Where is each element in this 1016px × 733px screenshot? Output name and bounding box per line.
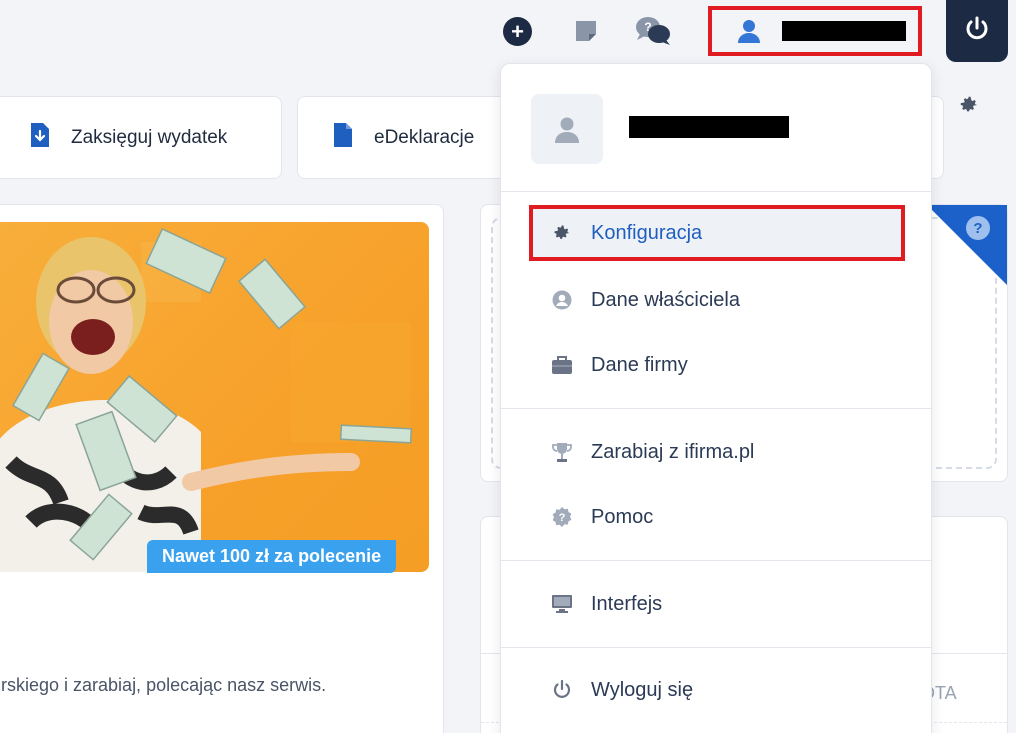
trophy-icon	[551, 441, 573, 463]
help-badge-icon: ?	[551, 506, 573, 528]
redacted-user-name	[629, 116, 789, 138]
dropdown-header	[501, 64, 931, 192]
promo-description: rskiego i zarabiaj, polecając nasz serwi…	[1, 675, 327, 695]
menu-item-label: Wyloguj się	[591, 678, 694, 701]
menu-item-label: Dane firmy	[591, 353, 688, 376]
document-icon	[332, 121, 354, 155]
sticky-note-icon[interactable]	[573, 18, 599, 44]
briefcase-icon	[551, 354, 573, 376]
referral-promo-card: Nawet 100 zł za polecenie rskiego i zara…	[0, 204, 444, 733]
gear-icon[interactable]	[958, 94, 980, 116]
monitor-icon	[551, 593, 573, 615]
user-icon	[555, 117, 579, 143]
promo-image[interactable]	[0, 222, 429, 572]
plus-circle-icon[interactable]: +	[503, 17, 532, 46]
logout-power-button[interactable]	[946, 0, 1008, 62]
menu-item-zarabiaj[interactable]: Zarabiaj z ifirma.pl	[529, 424, 905, 480]
menu-separator	[501, 408, 931, 409]
user-dropdown-menu: Konfiguracja Dane właściciela Dane firmy…	[500, 63, 932, 733]
menu-item-pomoc[interactable]: ? Pomoc	[529, 489, 905, 545]
help-corner[interactable]	[927, 205, 1007, 285]
power-icon	[551, 679, 573, 701]
menu-item-label: Dane właściciela	[591, 288, 740, 311]
shortcut-label: eDeklaracje	[374, 126, 475, 148]
avatar	[531, 94, 603, 164]
user-circle-icon	[551, 289, 573, 311]
promo-badge[interactable]: Nawet 100 zł za polecenie	[147, 540, 397, 573]
shortcut-label: Zaksięguj wydatek	[71, 126, 228, 148]
user-menu-button[interactable]	[708, 6, 922, 56]
svg-text:?: ?	[644, 20, 651, 34]
shortcut-zaksieguj-wydatek[interactable]: Zaksięguj wydatek	[0, 96, 282, 179]
user-icon	[736, 18, 762, 44]
menu-separator	[501, 560, 931, 561]
gear-icon	[551, 222, 573, 244]
menu-item-label: Interfejs	[591, 592, 663, 615]
help-badge[interactable]: ?	[966, 216, 990, 240]
document-download-icon	[29, 121, 51, 155]
help-chat-icon[interactable]: ?	[634, 15, 672, 47]
menu-item-label: Zarabiaj z ifirma.pl	[591, 440, 755, 463]
menu-item-wyloguj[interactable]: Wyloguj się	[529, 662, 905, 718]
menu-item-dane-wlasciciela[interactable]: Dane właściciela	[529, 272, 905, 328]
menu-item-dane-firmy[interactable]: Dane firmy	[529, 337, 905, 393]
shortcut-edeklaracje[interactable]: eDeklaracje	[297, 96, 527, 179]
menu-item-interfejs[interactable]: Interfejs	[529, 576, 905, 632]
svg-text:?: ?	[559, 512, 566, 524]
redacted-username	[782, 21, 906, 41]
power-icon	[963, 15, 991, 48]
menu-item-label: Pomoc	[591, 505, 654, 528]
menu-item-konfiguracja[interactable]: Konfiguracja	[529, 205, 905, 261]
menu-separator	[501, 647, 931, 648]
menu-item-label: Konfiguracja	[591, 221, 703, 244]
